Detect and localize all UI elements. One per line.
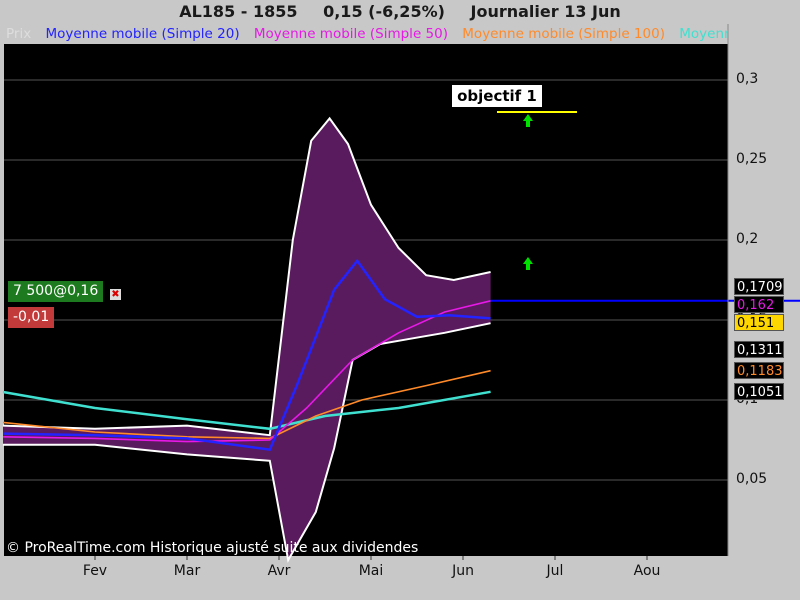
x-tick-label: Mar xyxy=(173,563,201,579)
symbol-title: AL185 - 1855 xyxy=(179,2,298,21)
order-pnl: -0,01 xyxy=(8,307,55,328)
chart-container xyxy=(0,0,800,600)
price-tag: 0,1311 xyxy=(734,341,784,359)
x-tick-label: Avr xyxy=(267,563,291,579)
x-tick-label: Aou xyxy=(633,563,661,579)
period-label: Journalier 13 Jun xyxy=(470,2,621,21)
chart-svg xyxy=(2,24,800,563)
indicator-legend: Prix Moyenne mobile (Simple 20) Moyenne … xyxy=(6,24,728,44)
chart-header: AL185 - 1855 0,15 (-6,25%) Journalier 13… xyxy=(0,0,800,24)
price-tag: 0,1051 xyxy=(734,382,784,400)
price-tag: 0,1183 xyxy=(734,361,784,379)
y-tick-label: 0,25 xyxy=(736,151,768,167)
quote-value: 0,15 (-6,25%) xyxy=(323,2,445,21)
y-tick-label: 0,3 xyxy=(736,71,759,87)
order-quantity-price[interactable]: 7 500@0,16 xyxy=(8,281,104,302)
price-tag: 0,162 xyxy=(734,295,784,313)
legend-ma50[interactable]: Moyenne mobile (Simple 50) xyxy=(254,26,448,42)
order-close-icon[interactable]: ✖ xyxy=(110,289,121,300)
price-tag: 0,1709 xyxy=(734,277,784,295)
x-tick-label: Jul xyxy=(546,563,564,579)
x-tick-label: Fev xyxy=(82,563,108,579)
legend-ma100[interactable]: Moyenne mobile (Simple 100) xyxy=(462,26,665,42)
legend-ma200[interactable]: Moyenne mobile (Simple 200) xyxy=(679,26,728,42)
legend-ma20[interactable]: Moyenne mobile (Simple 20) xyxy=(46,26,240,42)
objective-label[interactable]: objectif 1 xyxy=(451,84,543,108)
y-tick-label: 0,2 xyxy=(736,231,759,247)
x-tick-label: Jun xyxy=(452,563,474,579)
price-tag: 0,151 xyxy=(734,313,784,331)
x-tick-label: Mai xyxy=(358,563,384,579)
legend-price[interactable]: Prix xyxy=(6,26,31,42)
y-tick-label: 0,05 xyxy=(736,471,768,487)
copyright-text: © ProRealTime.com Historique ajusté suit… xyxy=(6,540,419,556)
